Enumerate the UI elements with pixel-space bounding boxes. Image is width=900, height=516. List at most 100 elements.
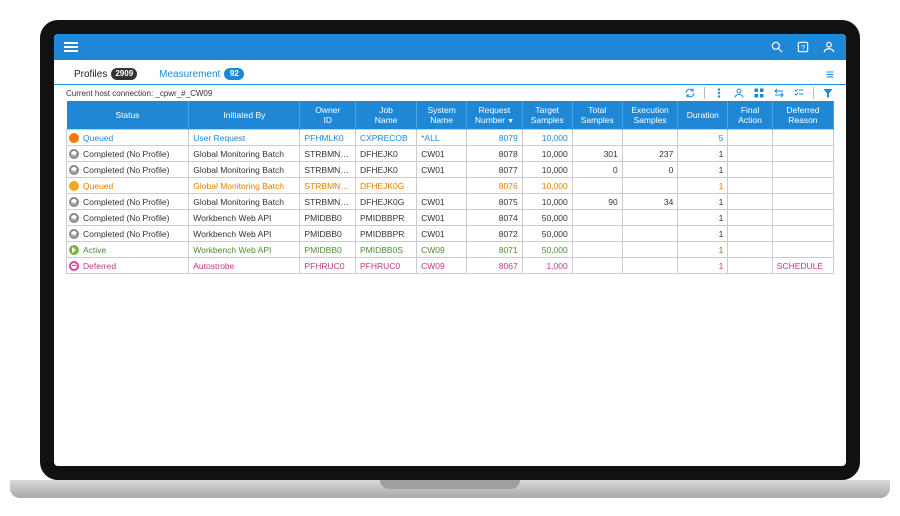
user-icon[interactable] <box>822 40 836 54</box>
table-row[interactable]: Completed (No Profile) Global Monitoring … <box>67 146 834 162</box>
status-text: Completed (No Profile) <box>83 165 169 175</box>
col-job-name[interactable]: Job Name <box>356 101 417 130</box>
total-samples-cell: 0 <box>572 162 622 178</box>
status-icon <box>69 245 79 255</box>
search-icon[interactable] <box>770 40 784 54</box>
owner-id-cell: PMIDBB0 <box>300 210 356 226</box>
col-duration[interactable]: Duration <box>678 101 728 130</box>
status-icon <box>69 149 79 159</box>
table-row[interactable]: QueuedUser RequestPFHMLK0CXPRECOB*ALL807… <box>67 130 834 146</box>
status-text: Completed (No Profile) <box>83 213 169 223</box>
execution-samples-cell <box>622 178 678 194</box>
status-icon <box>69 229 79 239</box>
compare-icon[interactable] <box>773 87 785 99</box>
col-total-samples[interactable]: Total Samples <box>572 101 622 130</box>
execution-samples-cell <box>622 130 678 146</box>
total-samples-cell <box>572 226 622 242</box>
col-final-action[interactable]: Final Action <box>728 101 772 130</box>
tab-overflow-icon[interactable]: ≡ <box>826 66 834 82</box>
deferred-reason-cell: SCHEDULE <box>772 258 833 274</box>
col-execution-samples[interactable]: Execution Samples <box>622 101 678 130</box>
col-target-samples[interactable]: Target Samples <box>522 101 572 130</box>
total-samples-cell: 90 <box>572 194 622 210</box>
list-check-icon[interactable] <box>793 87 805 99</box>
initiated-by-cell: Workbench Web API <box>189 242 300 258</box>
job-name-cell: PMIDBBPR <box>356 210 417 226</box>
final-action-cell <box>728 130 772 146</box>
refresh-icon[interactable] <box>684 87 696 99</box>
grid-icon[interactable] <box>753 87 765 99</box>
status-text: Queued <box>83 133 113 143</box>
system-name-cell: CW09 <box>417 258 467 274</box>
status-cell: Active <box>67 242 189 258</box>
request-number-cell: 8067 <box>467 258 523 274</box>
table-row[interactable]: Completed (No Profile)Workbench Web APIP… <box>67 226 834 242</box>
table-row[interactable]: Completed (No Profile)Global Monitoring … <box>67 162 834 178</box>
screen: ? Profiles 2909 Measurement 92 ≡ Current… <box>54 34 846 466</box>
col-status[interactable]: Status <box>67 101 189 130</box>
duration-cell: 1 <box>678 242 728 258</box>
request-number-cell: 8072 <box>467 226 523 242</box>
job-name-cell: PMIDBBPR <box>356 226 417 242</box>
status-cell: Completed (No Profile) <box>67 162 189 178</box>
initiated-by-cell: Autostrobe <box>189 258 300 274</box>
tab-bar: Profiles 2909 Measurement 92 ≡ <box>54 60 846 85</box>
menu-icon[interactable] <box>64 42 78 52</box>
initiated-by-cell: Global Monitoring Batch <box>189 146 300 162</box>
system-name-cell: *ALL <box>417 130 467 146</box>
execution-samples-cell <box>622 226 678 242</box>
deferred-reason-cell <box>772 210 833 226</box>
svg-text:?: ? <box>801 45 805 52</box>
deferred-reason-cell <box>772 130 833 146</box>
table-row[interactable]: ActiveWorkbench Web APIPMIDBB0PMIDBB0SCW… <box>67 242 834 258</box>
table-body: QueuedUser RequestPFHMLK0CXPRECOB*ALL807… <box>67 130 834 274</box>
col-initiated-by[interactable]: Initiated By <box>189 101 300 130</box>
initiated-by-cell: Global Monitoring Batch <box>189 194 300 210</box>
owner-id-cell: PMIDBB0 <box>300 242 356 258</box>
status-cell: Deferred <box>67 258 189 274</box>
help-icon[interactable]: ? <box>796 40 810 54</box>
user-small-icon[interactable] <box>733 87 745 99</box>
initiated-by-cell: User Request <box>189 130 300 146</box>
host-connection-label: Current host connection: _cpwr_#_CW09 <box>66 89 212 98</box>
duration-cell: 1 <box>678 194 728 210</box>
total-samples-cell: 301 <box>572 146 622 162</box>
status-text: Completed (No Profile) <box>83 149 169 159</box>
system-name-cell: CW01 <box>417 210 467 226</box>
host-connection-bar: Current host connection: _cpwr_#_CW09 <box>54 85 846 101</box>
table-row[interactable]: DeferredAutostrobePFHRUC0PFHRUC0CW098067… <box>67 258 834 274</box>
target-samples-cell: 10,000 <box>522 146 572 162</box>
col-request-number[interactable]: Request Number▼ <box>467 101 523 130</box>
measurement-table: Status Initiated By Owner ID Job Name Sy… <box>66 101 834 274</box>
col-owner-id[interactable]: Owner ID <box>300 101 356 130</box>
tab-profiles[interactable]: Profiles 2909 <box>66 64 145 84</box>
request-number-cell: 8079 <box>467 130 523 146</box>
status-icon <box>69 165 79 175</box>
owner-id-cell: STRBMNAS <box>300 178 356 194</box>
target-samples-cell: 50,000 <box>522 210 572 226</box>
job-name-cell: DFHEJK0G <box>356 194 417 210</box>
total-samples-cell <box>572 178 622 194</box>
table-row[interactable]: QueuedGlobal Monitoring BatchSTRBMNASDFH… <box>67 178 834 194</box>
execution-samples-cell <box>622 258 678 274</box>
table-row[interactable]: Completed (No Profile)Workbench Web APIP… <box>67 210 834 226</box>
status-icon <box>69 213 79 223</box>
more-icon[interactable] <box>713 87 725 99</box>
table-row[interactable]: Completed (No Profile)Global Monitoring … <box>67 194 834 210</box>
col-deferred-reason[interactable]: Deferred Reason <box>772 101 833 130</box>
deferred-reason-cell <box>772 146 833 162</box>
duration-cell: 5 <box>678 130 728 146</box>
tab-measurement[interactable]: Measurement 92 <box>151 64 252 84</box>
filter-icon[interactable] <box>822 87 834 99</box>
system-name-cell: CW01 <box>417 162 467 178</box>
total-samples-cell <box>572 130 622 146</box>
col-system-name[interactable]: System Name <box>417 101 467 130</box>
request-number-cell: 8077 <box>467 162 523 178</box>
duration-cell: 1 <box>678 258 728 274</box>
final-action-cell <box>728 194 772 210</box>
deferred-reason-cell <box>772 162 833 178</box>
final-action-cell <box>728 242 772 258</box>
execution-samples-cell: 237 <box>622 146 678 162</box>
laptop-notch <box>380 480 520 489</box>
status-cell: Completed (No Profile) <box>67 210 189 226</box>
